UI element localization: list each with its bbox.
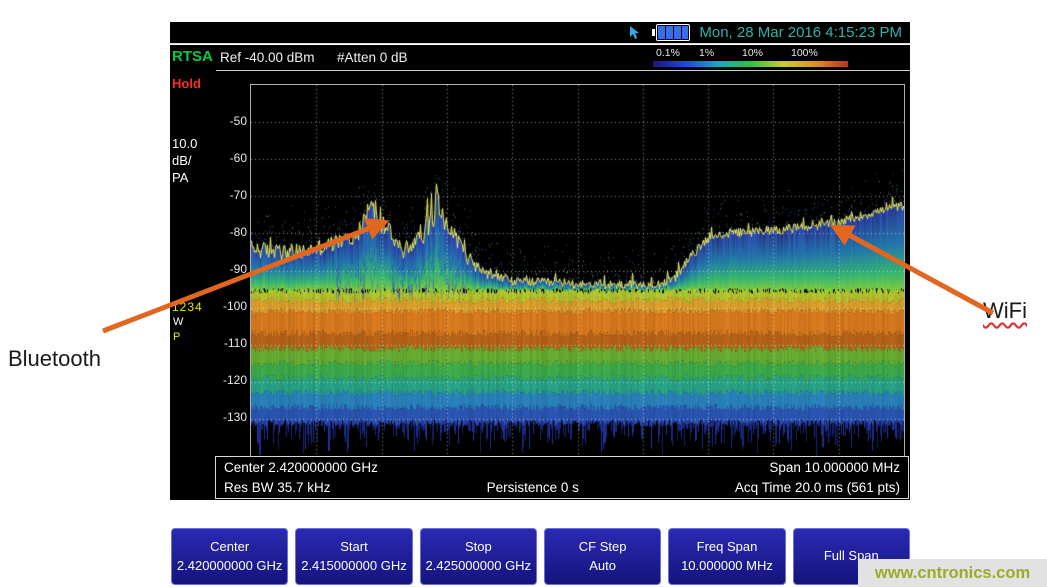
density-colorbar [653, 61, 848, 67]
y-axis-tick: -80 [200, 225, 247, 239]
status-bar: Mon, 28 Mar 2016 4:15:23 PM [170, 22, 910, 44]
wifi-label: WiFi [983, 298, 1027, 324]
softkey-value: 2.420000000 GHz [177, 557, 283, 575]
ref-level-label: Ref -40.00 dBm [220, 50, 315, 65]
measurement-info: Center 2.420000000 GHz Span 10.000000 MH… [215, 456, 909, 499]
watermark-area: www.cntronics.com [858, 559, 1047, 587]
softkey-bar: Center 2.420000000 GHz Start 2.415000000… [171, 528, 910, 585]
center-freq-text: Center 2.420000000 GHz [224, 460, 378, 475]
softkey-cf-step[interactable]: CF Step Auto [544, 528, 661, 585]
softkey-label: Start [340, 538, 367, 556]
analyzer-screen: Ref -40.00 dBm #Atten 0 dB 0.1% 1% 10% 1… [170, 45, 910, 500]
spectrum-plot [250, 84, 905, 457]
softkey-label: Freq Span [697, 538, 758, 556]
y-axis-tick: -110 [200, 336, 247, 350]
atten-label: #Atten 0 dB [337, 50, 408, 65]
softkey-value: 2.415000000 GHz [301, 557, 407, 575]
sweep-state-badge: Hold [172, 76, 201, 91]
softkey-stop[interactable]: Stop 2.425000000 GHz [420, 528, 537, 585]
watermark-text: www.cntronics.com [875, 564, 1030, 583]
softkey-label: CF Step [579, 538, 627, 556]
softkey-value: 2.425000000 GHz [426, 557, 532, 575]
softkey-value: 10.000000 MHz [681, 557, 773, 575]
persistence-text: Persistence 0 s [487, 480, 579, 495]
y-axis-tick: -60 [200, 151, 247, 165]
softkey-freq-span[interactable]: Freq Span 10.000000 MHz [668, 528, 785, 585]
clock-text: Mon, 28 Mar 2016 4:15:23 PM [699, 24, 902, 41]
trace-state-p: P [173, 331, 180, 343]
scale-tick-label: 0.1% [656, 47, 680, 59]
trace-numbers: 1234 [172, 300, 203, 314]
softkey-start[interactable]: Start 2.415000000 GHz [295, 528, 412, 585]
spectrum-canvas [251, 85, 904, 456]
softkey-center[interactable]: Center 2.420000000 GHz [171, 528, 288, 585]
mode-badge: RTSA [172, 48, 213, 65]
y-axis-tick: -50 [200, 114, 247, 128]
density-scale-labels: 0.1% 1% 10% 100% [653, 47, 853, 59]
scale-per-div-value: 10.0 [172, 136, 197, 151]
y-axis-tick: -90 [200, 262, 247, 276]
acq-time-text: Acq Time 20.0 ms (561 pts) [735, 480, 900, 495]
trace-state-w: W [173, 316, 183, 328]
res-bw-text: Res BW 35.7 kHz [224, 480, 331, 495]
fieldfox-screenshot: Mon, 28 Mar 2016 4:15:23 PM Ref -40.00 d… [0, 0, 1047, 587]
y-axis-tick: -120 [200, 373, 247, 387]
y-axis-tick: -70 [200, 188, 247, 202]
softkey-value: Auto [589, 557, 616, 575]
scale-tick-label: 100% [791, 47, 818, 59]
bluetooth-label: Bluetooth [8, 346, 101, 372]
pointer-icon [627, 25, 643, 40]
y-axis-tick: -100 [200, 299, 247, 313]
scale-per-div-unit: dB/ [172, 153, 192, 168]
preamp-badge: PA [172, 170, 188, 185]
annotation-row: Ref -40.00 dBm #Atten 0 dB 0.1% 1% 10% 1… [216, 45, 910, 71]
y-axis-tick: -130 [200, 410, 247, 424]
battery-icon [652, 24, 690, 41]
softkey-label: Stop [465, 538, 492, 556]
density-scale: 0.1% 1% 10% 100% [653, 45, 853, 70]
span-text: Span 10.000000 MHz [769, 460, 900, 475]
scale-tick-label: 10% [742, 47, 763, 59]
softkey-label: Center [210, 538, 249, 556]
scale-tick-label: 1% [699, 47, 714, 59]
